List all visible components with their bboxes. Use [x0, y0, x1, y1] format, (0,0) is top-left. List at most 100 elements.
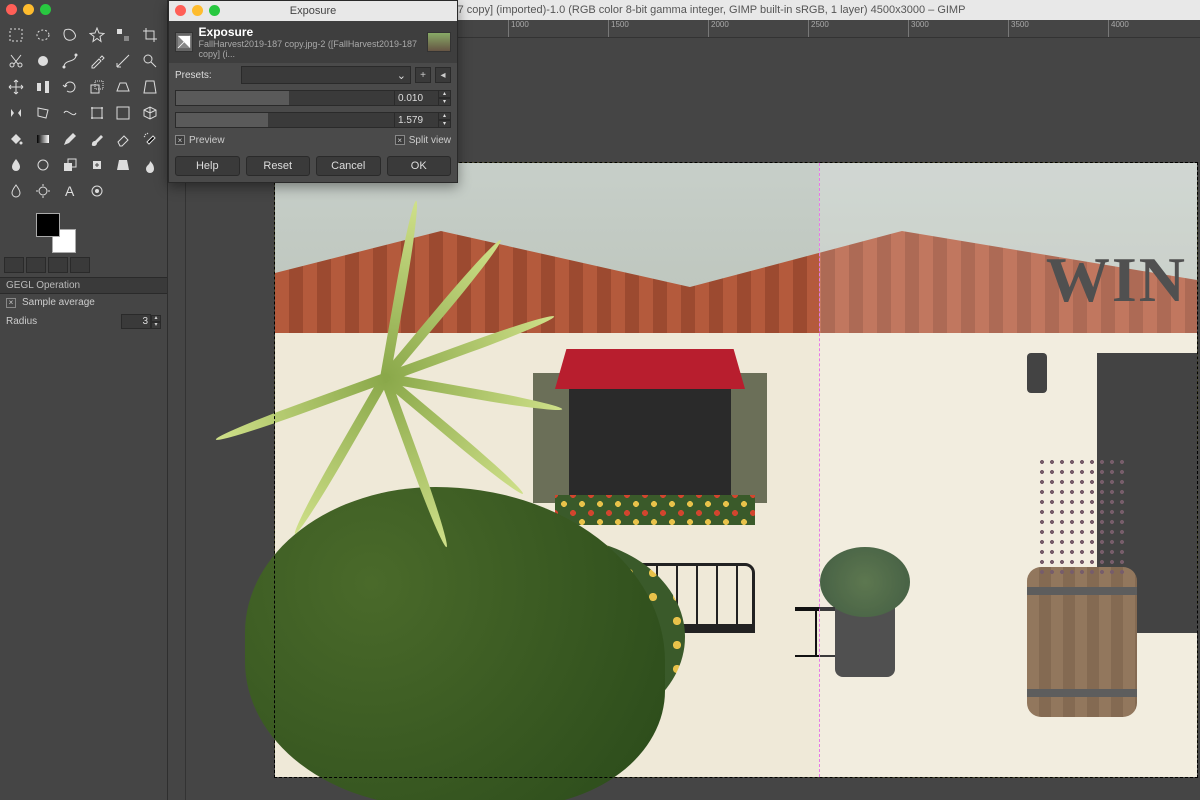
dialog-titlebar[interactable]: Exposure [169, 1, 457, 21]
paintbrush-tool-icon[interactable] [85, 127, 109, 151]
photo-shutter-right [733, 373, 767, 503]
dialog-zoom-icon[interactable] [209, 5, 220, 16]
ruler-tick: 3000 [908, 20, 929, 37]
color-picker-tool-icon[interactable] [85, 49, 109, 73]
ink-tool-icon[interactable] [4, 153, 28, 177]
ruler-tick: 1500 [608, 20, 629, 37]
dock-tab-images[interactable] [48, 257, 68, 273]
exposure-slider[interactable]: Exposure [175, 112, 395, 128]
airbrush-tool-icon[interactable] [138, 127, 162, 151]
foreground-select-tool-icon[interactable] [31, 49, 55, 73]
preset-add-button[interactable]: + [415, 67, 431, 83]
pencil-tool-icon[interactable] [58, 127, 82, 151]
by-color-select-tool-icon[interactable] [111, 23, 135, 47]
toolbox-traffic-lights [0, 0, 167, 19]
svg-text:A: A [65, 183, 75, 199]
slider-row-black-level: Black level0.010▴▾ [169, 87, 457, 109]
ruler-tick: 3500 [1008, 20, 1029, 37]
splitview-checkbox[interactable]: × [395, 135, 405, 145]
gradient-tool-icon[interactable] [31, 127, 55, 151]
paths-tool-icon[interactable] [58, 49, 82, 73]
dock-tab-tool-options[interactable] [4, 257, 24, 273]
fuzzy-select-tool-icon[interactable] [85, 23, 109, 47]
preview-label: Preview [189, 135, 225, 146]
3d-transform-tool-icon[interactable] [138, 101, 162, 125]
canvas-image[interactable]: WIN [274, 162, 1198, 778]
align-tool-icon[interactable] [31, 75, 55, 99]
preview-options-row: × Preview × Split view [169, 131, 457, 150]
text-tool-icon[interactable]: A [58, 179, 82, 203]
eraser-tool-icon[interactable] [111, 127, 135, 151]
zoom-icon[interactable] [40, 4, 51, 15]
black-level-slider[interactable]: Black level [175, 90, 395, 106]
toolbox-panel: A GEGL Operation × Sample average Radius… [0, 0, 168, 800]
rotate-tool-icon[interactable] [58, 75, 82, 99]
rect-select-tool-icon[interactable] [4, 23, 28, 47]
bucket-fill-tool-icon[interactable] [4, 127, 28, 151]
crop-tool-icon[interactable] [138, 23, 162, 47]
move-tool-icon[interactable] [4, 75, 28, 99]
radius-row: Radius ▴▾ [0, 311, 167, 332]
mypaint-brush-tool-icon[interactable] [31, 153, 55, 177]
reset-button[interactable]: Reset [246, 156, 311, 176]
clone-tool-icon[interactable] [58, 153, 82, 177]
gegl-tool-icon[interactable] [85, 179, 109, 203]
handle-transform-tool-icon[interactable] [111, 101, 135, 125]
radius-input[interactable] [121, 314, 151, 329]
slider-row-exposure: Exposure1.579▴▾ [169, 109, 457, 131]
ellipse-select-tool-icon[interactable] [31, 23, 55, 47]
blur-tool-icon[interactable] [4, 179, 28, 203]
black-level-spinner[interactable]: ▴▾ [439, 90, 451, 106]
heal-tool-icon[interactable] [85, 153, 109, 177]
split-view-guide[interactable] [819, 163, 820, 777]
perspective-tool-icon[interactable] [138, 75, 162, 99]
exposure-dialog: Exposure Exposure FallHarvest2019-187 co… [168, 0, 458, 183]
fg-bg-color-swatch[interactable] [36, 213, 76, 253]
unified-transform-tool-icon[interactable] [85, 101, 109, 125]
warp-tool-icon[interactable] [58, 101, 82, 125]
tool-options-header: GEGL Operation [0, 277, 167, 294]
perspective-clone-tool-icon[interactable] [111, 153, 135, 177]
scissors-tool-icon[interactable] [4, 49, 28, 73]
dock-tabs [0, 253, 167, 277]
radius-spinner[interactable]: ▴▾ [151, 315, 161, 329]
photo-shutter-left [533, 373, 567, 503]
dock-tab-undo[interactable] [70, 257, 90, 273]
dialog-subtitle: FallHarvest2019-187 copy.jpg-2 ([FallHar… [199, 39, 421, 59]
dodge-tool-icon[interactable] [31, 179, 55, 203]
radius-label: Radius [6, 316, 37, 327]
dialog-close-icon[interactable] [175, 5, 186, 16]
scale-tool-icon[interactable] [85, 75, 109, 99]
photo-palm [255, 183, 515, 563]
smudge-tool-icon[interactable] [138, 153, 162, 177]
preview-checkbox[interactable]: × [175, 135, 185, 145]
chevron-down-icon: ⌄ [397, 69, 406, 82]
splitview-label: Split view [409, 135, 451, 146]
measure-tool-icon[interactable] [111, 49, 135, 73]
close-icon[interactable] [6, 4, 17, 15]
tool-grid: A [0, 19, 167, 207]
sample-average-checkbox[interactable]: × [6, 298, 16, 308]
preset-menu-button[interactable]: ◂ [435, 67, 451, 83]
exposure-spinner[interactable]: ▴▾ [439, 112, 451, 128]
dialog-minimize-icon[interactable] [192, 5, 203, 16]
cage-tool-icon[interactable] [31, 101, 55, 125]
presets-dropdown[interactable]: ⌄ [241, 66, 411, 84]
free-select-tool-icon[interactable] [58, 23, 82, 47]
cancel-button[interactable]: Cancel [316, 156, 381, 176]
help-button[interactable]: Help [175, 156, 240, 176]
zoom-tool-icon[interactable] [138, 49, 162, 73]
shear-tool-icon[interactable] [111, 75, 135, 99]
dialog-header: Exposure FallHarvest2019-187 copy.jpg-2 … [169, 21, 457, 63]
black-level-value[interactable]: 0.010 [395, 90, 439, 106]
ok-button[interactable]: OK [387, 156, 452, 176]
exposure-value[interactable]: 1.579 [395, 112, 439, 128]
main-window-title: est2019-187 copy] (imported)-1.0 (RGB co… [403, 4, 966, 16]
fg-color-swatch[interactable] [36, 213, 60, 237]
minimize-icon[interactable] [23, 4, 34, 15]
dock-tab-devices[interactable] [26, 257, 46, 273]
photo-awning [555, 349, 745, 389]
dialog-thumbnail [427, 32, 451, 52]
exposure-icon [175, 32, 193, 52]
flip-tool-icon[interactable] [4, 101, 28, 125]
